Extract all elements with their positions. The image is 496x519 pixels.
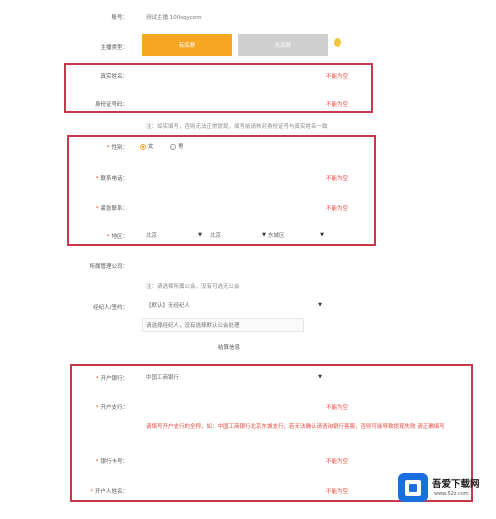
card-error: 不能为空 — [326, 459, 349, 465]
holder-error: 不能为空 — [326, 489, 349, 495]
type-button-primary[interactable]: 有底薪 — [142, 34, 232, 56]
branch-input[interactable] — [132, 399, 322, 413]
id-hint: 注：如实填写，否则无法正常提现，填写前请核对身份证号与真实姓名一致 — [146, 124, 328, 130]
radio-icon — [170, 143, 176, 150]
phone-error: 不能为空 — [326, 176, 349, 182]
name-error: 不能为空 — [326, 74, 349, 80]
branch-error: 不能为空 — [326, 405, 349, 411]
name-label: 真实姓名： — [100, 74, 128, 80]
caret-down-icon: ▼ — [262, 232, 266, 238]
radio-selected-icon — [140, 143, 146, 150]
bank-label: * 开户银行： — [95, 376, 128, 382]
account-value: 测试主播 100sqycom — [146, 15, 202, 21]
agency-label: 所属管理公司： — [89, 264, 128, 270]
contact-label: * 紧急联系： — [95, 206, 128, 212]
contact-error: 不能为空 — [326, 206, 349, 212]
caret-down-icon: ▼ — [318, 374, 322, 380]
id-input[interactable] — [132, 96, 322, 110]
card-input[interactable] — [132, 453, 322, 467]
referrer-label: 经纪人/签约： — [93, 305, 128, 311]
type-label: 主播类型： — [100, 45, 128, 51]
bank-select[interactable]: 中国工商银行 ▼ — [146, 372, 322, 382]
type-button-secondary[interactable]: 无底薪 — [238, 34, 328, 56]
id-error: 不能为空 — [326, 102, 349, 108]
caret-down-icon: ▼ — [318, 302, 322, 308]
bank-section-title: 结算信息 — [218, 345, 241, 351]
gender-radio-male[interactable]: 男 — [170, 142, 184, 150]
holder-input[interactable] — [132, 483, 322, 497]
card-label: * 银行卡号： — [95, 459, 128, 465]
phone-input[interactable] — [132, 170, 322, 184]
account-label: 账号： — [111, 15, 128, 21]
region-district-select[interactable]: 东城区 ▼ — [268, 230, 324, 240]
caret-down-icon: ▼ — [198, 232, 202, 238]
gender-label: * 性别： — [106, 145, 128, 151]
region-province-select[interactable]: 北京 ▼ — [146, 230, 202, 240]
region-city-select[interactable]: 北京 ▼ — [210, 230, 266, 240]
id-label: 身份证号码： — [94, 102, 128, 108]
branch-label: * 开户支行： — [95, 405, 128, 411]
holder-label: * 开户人姓名： — [90, 489, 128, 495]
gender-radio-female[interactable]: 女 — [140, 142, 154, 150]
agency-hint: 注：请选择所属公会，没有可选无公会 — [146, 284, 240, 290]
caret-down-icon: ▼ — [320, 232, 324, 238]
watermark-text: 吾爱下载网 — [432, 479, 480, 490]
referrer-select[interactable]: 【默认】无经纪人 ▼ — [146, 300, 322, 310]
phone-label: * 联系电话： — [95, 176, 128, 182]
referrer-note: 请选择经纪人，没有选择默认公会处理 — [142, 318, 304, 332]
info-icon — [334, 38, 341, 47]
watermark-url: www.52z.com — [434, 491, 469, 497]
watermark-logo-icon — [398, 473, 428, 502]
branch-warning: 请填写开户支行的全称，如：中国工商银行北京东城支行，若无法确认请咨询银行客服，否… — [146, 424, 445, 430]
name-input[interactable] — [132, 68, 322, 82]
region-label: * 地区： — [106, 234, 128, 240]
contact-input[interactable] — [132, 200, 322, 214]
